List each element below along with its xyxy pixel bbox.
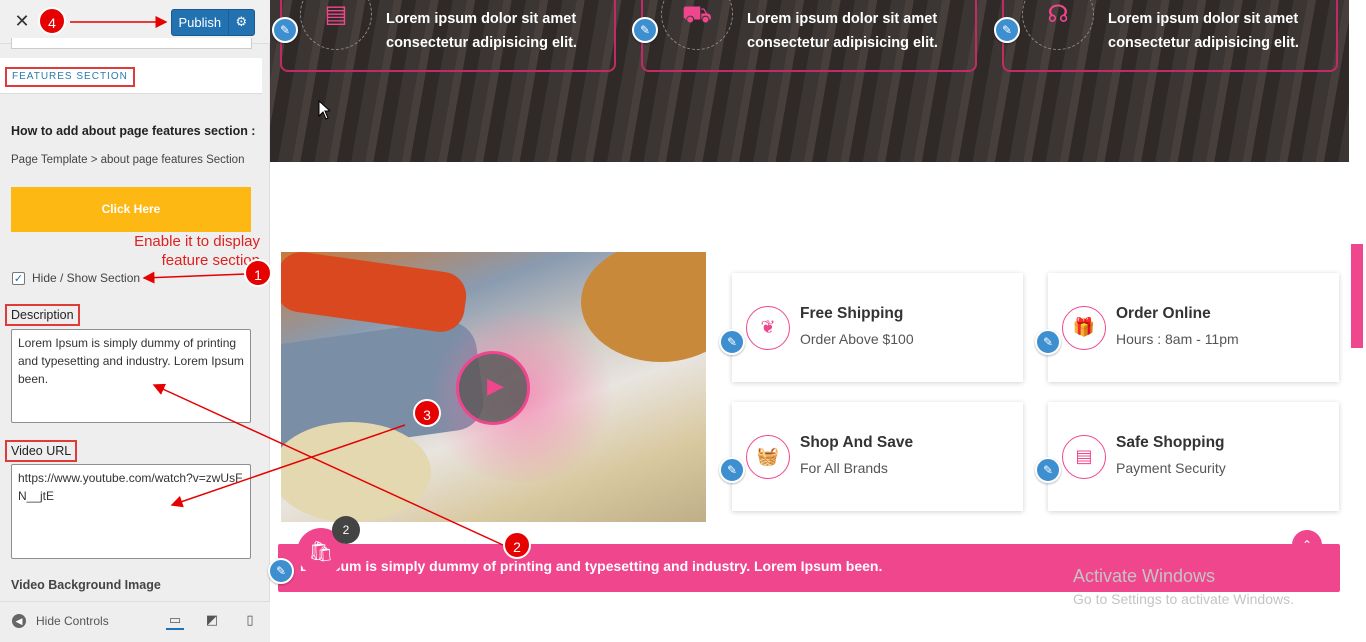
photo-belt	[281, 252, 470, 335]
video-play-button[interactable]: ▶	[456, 351, 530, 425]
gift-icon: 🎁	[1062, 306, 1106, 350]
hero-card: ⛟ Lorem ipsum dolor sit amet consectetur…	[641, 0, 977, 72]
truck-icon: ⛟	[681, 0, 713, 28]
edit-pencil-icon[interactable]: ✎	[1035, 329, 1061, 355]
photo-shoe	[281, 422, 431, 522]
previous-field	[11, 38, 252, 49]
feature-subtitle: Payment Security	[1116, 460, 1226, 476]
hide-show-label: Hide / Show Section	[32, 271, 141, 285]
hide-show-checkbox[interactable]: ✓	[12, 272, 25, 285]
collapse-icon[interactable]: ◀	[12, 614, 26, 628]
edit-pencil-icon[interactable]: ✎	[719, 329, 745, 355]
description-bar-text: L psum is simply dummy of printing and t…	[300, 558, 883, 574]
annotation-badge: 2	[503, 531, 531, 559]
publish-button[interactable]: Publish ⚙	[171, 9, 255, 36]
play-icon[interactable]: ▶	[487, 374, 504, 399]
video-url-textarea[interactable]: https://www.youtube.com/watch?v=zwUsFN__…	[11, 464, 251, 559]
edit-pencil-icon[interactable]: ✎	[1035, 457, 1061, 483]
tablet-preview-icon[interactable]: ◩	[203, 612, 221, 630]
edit-pencil-icon[interactable]: ✎	[268, 558, 294, 584]
description-textarea[interactable]: Lorem Ipsum is simply dummy of printing …	[11, 329, 251, 423]
feature-box: 🎁 Order Online Hours : 8am - 11pm	[1048, 273, 1339, 382]
feature-title: Order Online	[1116, 305, 1211, 322]
basket-icon: 🧺	[746, 435, 790, 479]
feature-title: Safe Shopping	[1116, 434, 1225, 451]
mouse-cursor-icon	[318, 100, 330, 120]
feature-title: Free Shipping	[800, 305, 904, 322]
credit-card-icon: ▤	[1062, 435, 1106, 479]
feature-box: ❦ Free Shipping Order Above $100	[732, 273, 1023, 382]
feature-box: 🧺 Shop And Save For All Brands	[732, 402, 1023, 511]
edit-pencil-icon[interactable]: ✎	[719, 457, 745, 483]
scrollbar-thumb[interactable]	[1351, 244, 1363, 348]
gear-icon[interactable]: ⚙	[229, 15, 254, 30]
feature-subtitle: Order Above $100	[800, 331, 914, 347]
desktop-preview-icon[interactable]: ▭	[166, 612, 184, 630]
howto-title: How to add about page features section :	[11, 124, 256, 138]
edit-pencil-icon[interactable]: ✎	[632, 17, 658, 43]
annotation-badge: 1	[244, 259, 272, 287]
video-bg-label: Video Background Image	[11, 578, 161, 592]
mobile-preview-icon[interactable]: ▯	[241, 612, 259, 630]
credit-card-icon: ▤	[324, 0, 348, 28]
watermark-subtitle: Go to Settings to activate Windows.	[1073, 591, 1294, 607]
description-label: Description	[5, 304, 80, 326]
annotation-badge: 3	[413, 399, 441, 427]
hero-card-text: Lorem ipsum dolor sit amet consectetur a…	[386, 11, 577, 51]
feature-subtitle: Hours : 8am - 11pm	[1116, 331, 1239, 347]
edit-pencil-icon[interactable]: ✎	[994, 17, 1020, 43]
publish-label[interactable]: Publish	[172, 10, 229, 35]
feature-subtitle: For All Brands	[800, 460, 888, 476]
scroll-to-top-button[interactable]: ⌃	[1292, 530, 1322, 560]
hide-controls-label[interactable]: Hide Controls	[36, 614, 109, 628]
feature-box: ▤ Safe Shopping Payment Security	[1048, 402, 1339, 511]
section-title: FEATURES SECTION	[5, 67, 135, 87]
cart-count-badge: 2	[332, 516, 360, 544]
feature-title: Shop And Save	[800, 434, 914, 451]
click-here-button[interactable]: Click Here	[11, 187, 251, 232]
template-path: Page Template > about page features Sect…	[11, 154, 245, 166]
watermark-title: Activate Windows	[1073, 566, 1216, 586]
video-url-label: Video URL	[5, 440, 78, 462]
close-icon[interactable]: ✕	[10, 10, 34, 34]
hero-banner: ▤ Lorem ipsum dolor sit amet consectetur…	[270, 0, 1349, 162]
edit-pencil-icon[interactable]: ✎	[272, 17, 298, 43]
hero-card-text: Lorem ipsum dolor sit amet consectetur a…	[747, 11, 938, 51]
annotation-note: Enable it to display feature section	[134, 233, 260, 269]
hero-card-text: Lorem ipsum dolor sit amet consectetur a…	[1108, 11, 1299, 51]
leaf-icon: ❦	[746, 306, 790, 350]
annotation-badge: 4	[38, 7, 66, 35]
hide-controls-button[interactable]: ◀ Hide Controls	[12, 614, 109, 628]
hero-card: ▤ Lorem ipsum dolor sit amet consectetur…	[280, 0, 616, 72]
headphones-icon: ☊	[1047, 0, 1069, 28]
hero-card: ☊ Lorem ipsum dolor sit amet consectetur…	[1002, 0, 1338, 72]
